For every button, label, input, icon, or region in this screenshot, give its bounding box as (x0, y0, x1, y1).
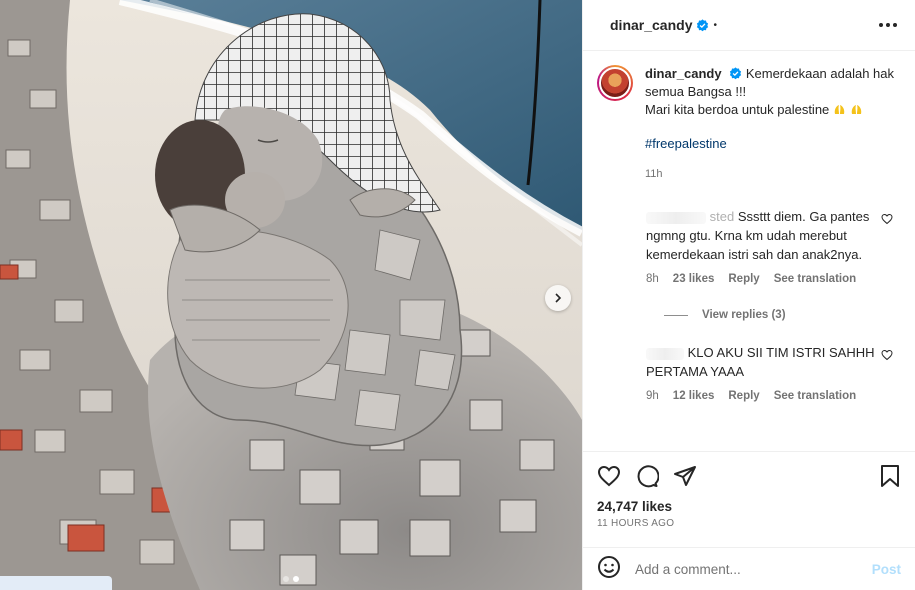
caption-text-line2: Mari kita berdoa untuk palestine (645, 102, 830, 117)
heart-icon[interactable] (597, 464, 621, 488)
bookmark-icon[interactable] (879, 464, 901, 488)
post-timestamp: 11 HOURS AGO (597, 518, 675, 529)
post-comment-button[interactable]: Post (872, 562, 901, 577)
praying-hands-emoji-icon (833, 102, 846, 114)
post-illustration (0, 0, 582, 590)
caption-username[interactable]: dinar_candy (645, 66, 722, 81)
verified-badge-icon (729, 67, 742, 80)
instagram-post-view: dinar_candy • dinar_candy Kemerdekaan ad… (0, 0, 915, 590)
see-translation-button[interactable]: See translation (774, 270, 856, 289)
praying-hands-emoji-icon (850, 102, 863, 114)
comment-likes[interactable]: 23 likes (673, 270, 715, 289)
post-image[interactable] (0, 0, 582, 590)
comment-icon[interactable] (635, 464, 659, 488)
likes-count[interactable]: 24,747 likes (597, 499, 901, 514)
replies-divider (664, 314, 688, 316)
post-sidebar: dinar_candy • dinar_candy Kemerdekaan ad… (582, 0, 915, 590)
more-options-icon (893, 23, 897, 27)
see-translation-button[interactable]: See translation (774, 387, 856, 406)
comment-username-visible[interactable]: sted (710, 209, 735, 224)
avatar[interactable] (597, 65, 633, 101)
view-replies-button[interactable]: View replies (3) (597, 309, 899, 321)
action-icons (597, 464, 901, 488)
carousel-next-button[interactable] (545, 285, 571, 311)
verified-badge-icon (696, 18, 709, 32)
header-separator: • (713, 19, 717, 31)
share-icon[interactable] (673, 464, 697, 488)
comment-text: KLO AKU SII TIM ISTRI SAHHH PERTAMA YAAA (646, 343, 899, 381)
more-options-button[interactable] (875, 19, 901, 31)
comment-time: 8h (646, 273, 659, 285)
reply-button[interactable]: Reply (728, 270, 759, 289)
reply-button[interactable]: Reply (728, 387, 759, 406)
caption-body: dinar_candy Kemerdekaan adalah hak semua… (645, 65, 899, 183)
carousel-dot-active (293, 576, 299, 582)
post-header: dinar_candy • (583, 0, 915, 51)
post-actions: 24,747 likes 11 HOURS AGO (583, 451, 915, 547)
overlay-chip (0, 576, 112, 590)
avatar-image (599, 67, 631, 99)
caption-timestamp: 11h (645, 168, 663, 180)
comment-meta: 9h 12 likes Reply See translation (646, 387, 899, 406)
comment-likes[interactable]: 12 likes (673, 387, 715, 406)
comment-like-heart-icon[interactable] (881, 211, 893, 230)
comment-username-redacted[interactable] (646, 211, 706, 224)
post-caption: dinar_candy Kemerdekaan adalah hak semua… (597, 65, 899, 183)
comment-item: sted Sssttt diem. Ga pantes ngmng gtu. K… (597, 207, 899, 289)
view-replies-label: View replies (3) (702, 309, 786, 321)
more-options-icon (879, 23, 883, 27)
comment-meta: 8h 23 likes Reply See translation (646, 270, 899, 289)
comment-input[interactable] (635, 561, 858, 577)
hashtag-link[interactable]: #freepalestine (645, 135, 899, 153)
more-options-icon (886, 23, 890, 27)
chevron-right-icon (555, 293, 562, 303)
emoji-icon[interactable] (597, 555, 621, 584)
header-username[interactable]: dinar_candy (610, 17, 692, 33)
comment-time: 9h (646, 390, 659, 402)
comment-text: sted Sssttt diem. Ga pantes ngmng gtu. K… (646, 207, 899, 264)
comments-section: dinar_candy Kemerdekaan adalah hak semua… (583, 51, 915, 451)
carousel-dot (283, 576, 289, 582)
comment-item: KLO AKU SII TIM ISTRI SAHHH PERTAMA YAAA… (597, 343, 899, 406)
comment-username-redacted[interactable] (646, 347, 684, 360)
comment-composer: Post (583, 547, 915, 590)
comment-like-heart-icon[interactable] (881, 347, 893, 366)
